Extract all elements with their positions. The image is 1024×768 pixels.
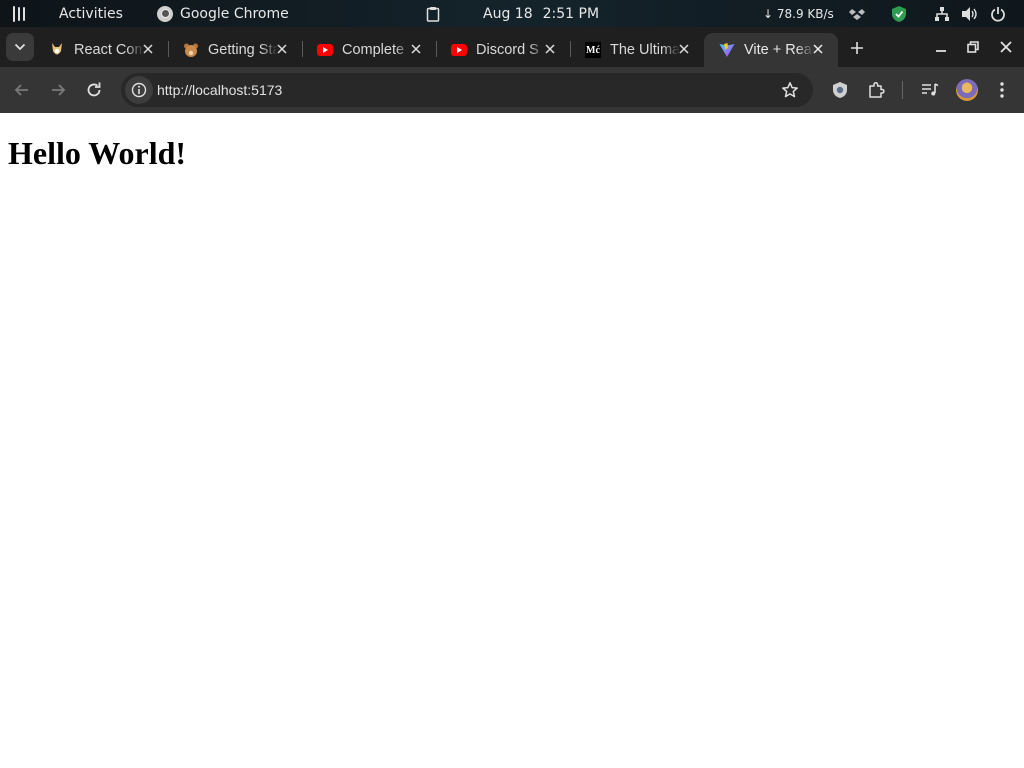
tab-title: React Compiler	[74, 42, 144, 58]
shield-icon[interactable]	[890, 0, 908, 27]
close-tab-icon[interactable]	[542, 41, 558, 57]
bear-favicon	[183, 42, 199, 58]
clipboard-icon[interactable]	[424, 0, 442, 27]
new-tab-button[interactable]	[847, 38, 867, 58]
app-menu[interactable]: Google Chrome	[157, 0, 289, 27]
close-tab-icon[interactable]	[140, 41, 156, 57]
tab-title: Vite + React	[744, 42, 814, 58]
close-tab-icon[interactable]	[408, 41, 424, 57]
clock[interactable]: Aug 18 2:51 PM	[483, 0, 599, 27]
page-heading: Hello World!	[8, 135, 187, 171]
browser-toolbar: http://localhost:5173	[0, 67, 1024, 113]
toolbar-separator	[902, 81, 903, 99]
close-window-button[interactable]	[996, 37, 1016, 57]
close-tab-icon[interactable]	[810, 41, 826, 57]
tab-strip: React Compiler Getting Started Complete …	[0, 27, 1024, 67]
youtube-favicon	[451, 42, 467, 58]
tab-the-ultimate[interactable]: Mć The Ultimate	[570, 33, 704, 67]
system-top-bar: Activities Google Chrome Aug 18 2:51 PM …	[0, 0, 1024, 27]
close-tab-icon[interactable]	[274, 41, 290, 57]
tab-vite-react[interactable]: Vite + React	[704, 33, 838, 67]
tab-react-compiler[interactable]: React Compiler	[34, 33, 169, 67]
network-icon[interactable]	[933, 0, 951, 27]
minimize-button[interactable]	[931, 37, 951, 57]
extensions-puzzle-icon[interactable]	[865, 79, 887, 101]
kebab-menu-icon[interactable]	[991, 79, 1013, 101]
reload-icon	[87, 82, 101, 97]
medium-favicon: Mć	[585, 42, 601, 58]
tab-title: The Ultimate	[610, 42, 680, 58]
tab-search-button[interactable]	[6, 33, 34, 61]
network-speed: ↓ 78.9 KB/s	[763, 6, 834, 21]
activities-button[interactable]: Activities	[59, 0, 123, 27]
chevron-down-icon	[14, 43, 26, 51]
tab-complete[interactable]: Complete	[302, 33, 437, 67]
plus-icon	[851, 42, 863, 54]
close-tab-icon[interactable]	[676, 41, 692, 57]
app-menu-label: Google Chrome	[180, 5, 289, 22]
tab-getting-started[interactable]: Getting Started	[168, 33, 303, 67]
privacy-badger-icon[interactable]	[829, 79, 851, 101]
dropbox-icon[interactable]	[848, 0, 866, 27]
tab-title: Complete	[342, 42, 405, 58]
page-viewport: Hello World!	[0, 113, 1024, 768]
volume-icon[interactable]	[961, 0, 979, 27]
clock-time: 2:51 PM	[542, 5, 600, 22]
tab-title: Getting Started	[208, 42, 278, 58]
arrow-left-icon	[14, 84, 28, 96]
tab-title: Discord S	[476, 42, 539, 58]
tab-discord[interactable]: Discord S	[436, 33, 571, 67]
reload-button[interactable]	[82, 78, 106, 102]
media-control-icon[interactable]	[919, 79, 941, 101]
site-info-button[interactable]	[125, 76, 153, 104]
bookmark-star-icon[interactable]	[781, 81, 799, 99]
clock-date: Aug 18	[483, 5, 533, 22]
workspace-indicator-icon[interactable]	[13, 0, 25, 27]
info-icon	[131, 82, 147, 98]
url-text[interactable]: http://localhost:5173	[157, 73, 282, 107]
vite-favicon	[719, 42, 735, 58]
forward-button[interactable]	[46, 78, 70, 102]
medium-favicon-text: Mć	[586, 44, 600, 56]
profile-avatar[interactable]	[956, 79, 978, 101]
chrome-app-icon	[157, 5, 173, 22]
restore-button[interactable]	[963, 37, 983, 57]
power-icon[interactable]	[989, 0, 1007, 27]
arrow-right-icon	[52, 84, 66, 96]
address-bar[interactable]: http://localhost:5173	[121, 73, 813, 107]
back-button[interactable]	[10, 78, 34, 102]
youtube-favicon	[317, 42, 333, 58]
react-compiler-favicon	[49, 42, 65, 58]
